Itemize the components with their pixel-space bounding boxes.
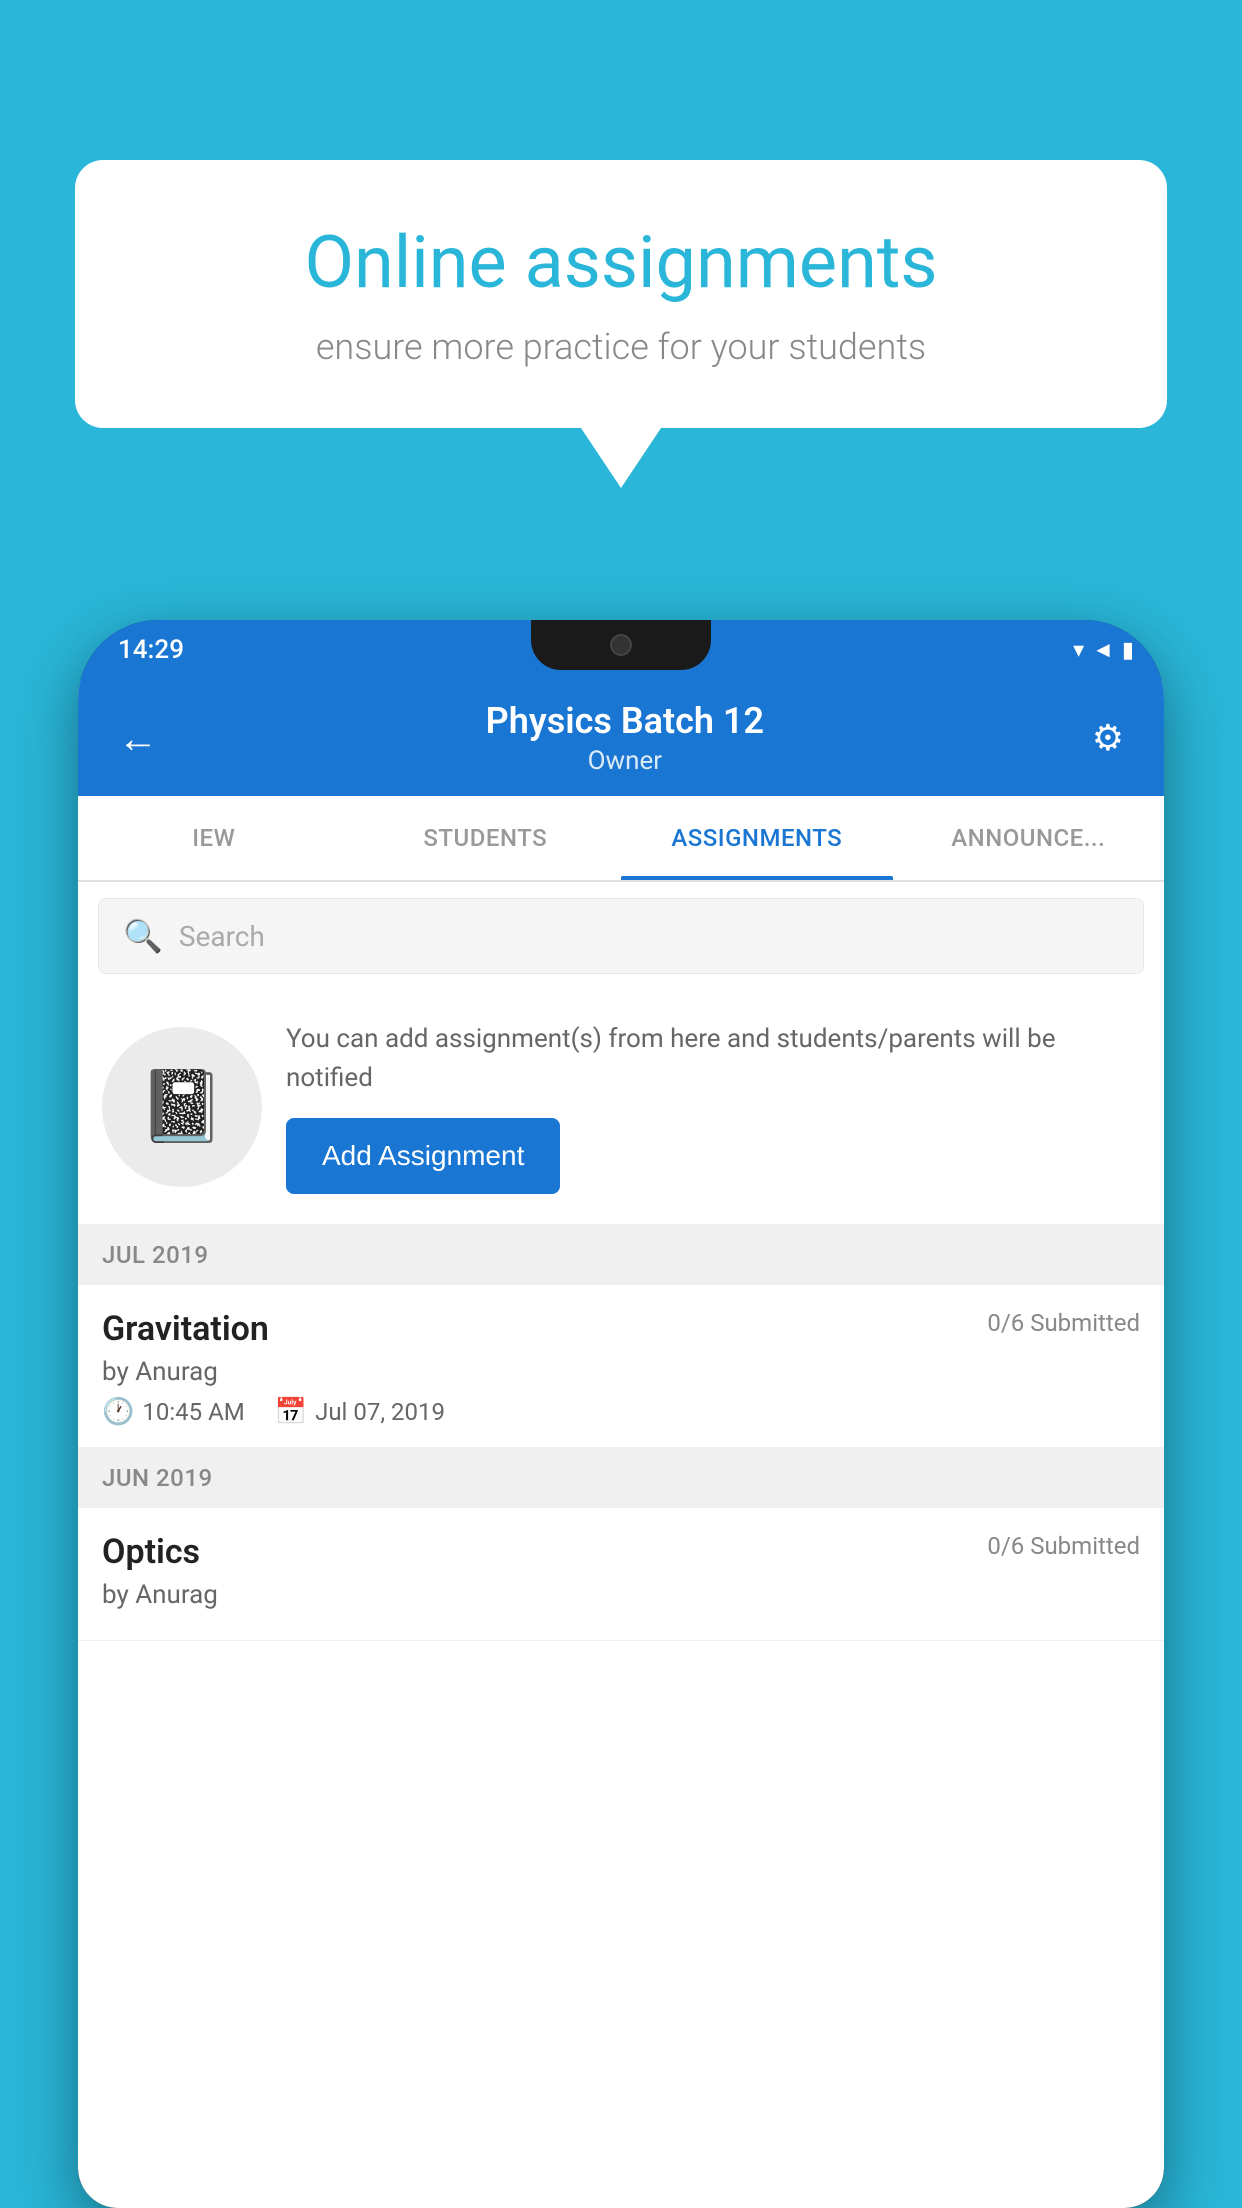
search-icon: 🔍 [123, 917, 163, 955]
assignment-submitted-optics: 0/6 Submitted [987, 1532, 1140, 1560]
search-bar-container: 🔍 Search [78, 882, 1164, 990]
search-placeholder: Search [179, 920, 265, 953]
header-title: Physics Batch 12 [168, 700, 1082, 742]
speech-bubble-container: Online assignments ensure more practice … [75, 160, 1167, 488]
assignment-item-optics[interactable]: Optics 0/6 Submitted by Anurag [78, 1508, 1164, 1641]
assignment-author-optics: by Anurag [102, 1580, 1140, 1610]
header-subtitle: Owner [168, 746, 1082, 776]
tab-assignments[interactable]: ASSIGNMENTS [621, 796, 893, 880]
speech-bubble-tail [581, 428, 661, 488]
section-header-jul: JUL 2019 [78, 1225, 1164, 1285]
promo-icon-circle: 📓 [102, 1027, 262, 1187]
tab-students[interactable]: STUDENTS [350, 796, 622, 880]
assignment-time: 🕐 10:45 AM [102, 1397, 245, 1427]
add-assignment-button[interactable]: Add Assignment [286, 1118, 560, 1194]
assignment-item-gravitation[interactable]: Gravitation 0/6 Submitted by Anurag 🕐 10… [78, 1285, 1164, 1448]
assignment-author-gravitation: by Anurag [102, 1357, 1140, 1387]
speech-bubble-title: Online assignments [155, 220, 1087, 306]
promo-text-area: You can add assignment(s) from here and … [286, 1020, 1140, 1194]
search-bar[interactable]: 🔍 Search [98, 898, 1144, 974]
tab-iew[interactable]: IEW [78, 796, 350, 880]
phone-screen: ← Physics Batch 12 Owner ⚙ IEW STUDENTS … [78, 680, 1164, 2208]
back-button[interactable]: ← [108, 705, 168, 772]
battery-icon: ▮ [1122, 638, 1134, 663]
assignment-title-optics: Optics [102, 1532, 200, 1572]
assignment-top-row-optics: Optics 0/6 Submitted [102, 1532, 1140, 1572]
assignment-title-gravitation: Gravitation [102, 1309, 269, 1349]
assignment-submitted-gravitation: 0/6 Submitted [987, 1309, 1140, 1337]
clock-icon: 🕐 [102, 1397, 134, 1427]
status-time: 14:29 [118, 635, 184, 665]
promo-description: You can add assignment(s) from here and … [286, 1020, 1140, 1098]
phone-frame: 14:29 ▾ ◄ ▮ ← Physics Batch 12 Owner ⚙ I… [78, 620, 1164, 2208]
header-title-group: Physics Batch 12 Owner [168, 700, 1082, 776]
assignment-meta-gravitation: 🕐 10:45 AM 📅 Jul 07, 2019 [102, 1397, 1140, 1427]
assignment-time-value: 10:45 AM [142, 1398, 244, 1426]
assignment-date-value: Jul 07, 2019 [315, 1398, 445, 1426]
assignment-date: 📅 Jul 07, 2019 [275, 1397, 445, 1427]
promo-section: 📓 You can add assignment(s) from here an… [78, 990, 1164, 1225]
settings-button[interactable]: ⚙ [1082, 707, 1134, 769]
signal-icon: ◄ [1092, 637, 1114, 663]
speech-bubble: Online assignments ensure more practice … [75, 160, 1167, 428]
wifi-icon: ▾ [1073, 638, 1084, 663]
section-header-jun: JUN 2019 [78, 1448, 1164, 1508]
tabs-bar: IEW STUDENTS ASSIGNMENTS ANNOUNCE... [78, 796, 1164, 882]
status-icons: ▾ ◄ ▮ [1073, 637, 1134, 663]
phone-notch [531, 620, 711, 670]
calendar-icon: 📅 [275, 1397, 307, 1427]
tab-announcements[interactable]: ANNOUNCE... [893, 796, 1165, 880]
app-header: ← Physics Batch 12 Owner ⚙ [78, 680, 1164, 796]
speech-bubble-subtitle: ensure more practice for your students [155, 326, 1087, 368]
notebook-icon: 📓 [138, 1066, 225, 1148]
assignment-top-row: Gravitation 0/6 Submitted [102, 1309, 1140, 1349]
phone-camera [610, 634, 632, 656]
